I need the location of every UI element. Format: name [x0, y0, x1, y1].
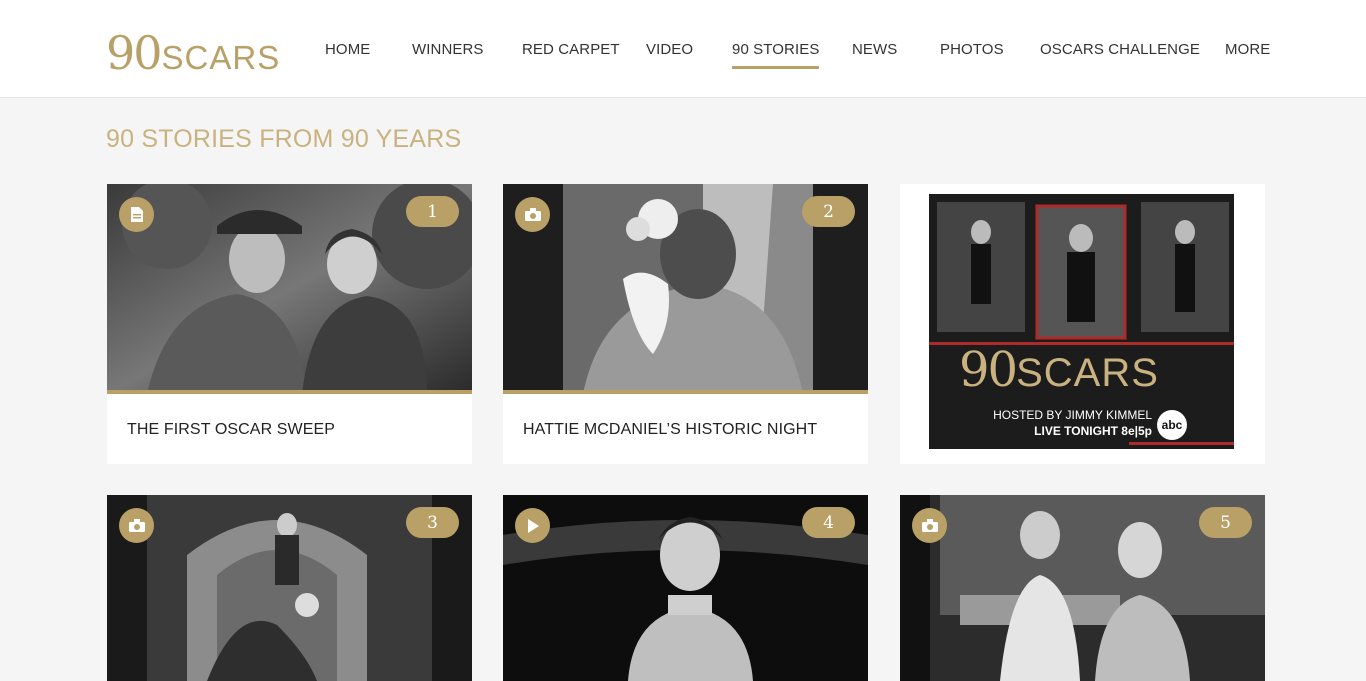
- nav-winners[interactable]: WINNERS: [412, 41, 484, 58]
- story-card-4[interactable]: 4: [503, 495, 868, 681]
- nav-photos[interactable]: PHOTOS: [940, 41, 1004, 58]
- camera-icon: [119, 508, 154, 543]
- nav-oscars-challenge[interactable]: OSCARS CHALLENGE: [1040, 41, 1200, 58]
- ad-logo-number: 90: [959, 342, 1018, 398]
- nav-more[interactable]: MORE: [1225, 41, 1270, 58]
- ad-hosted-line1: HOSTED BY JIMMY KIMMEL: [993, 408, 1152, 422]
- logo-word: SCARS: [161, 39, 281, 76]
- abc-logo: abc: [1157, 410, 1187, 440]
- story-caption: THE FIRST OSCAR SWEEP: [127, 421, 336, 438]
- story-caption: HATTIE MCDANIEL’S HISTORIC NIGHT: [523, 421, 818, 438]
- ad-hosted-text: HOSTED BY JIMMY KIMMEL LIVE TONIGHT 8e|5…: [987, 407, 1152, 439]
- camera-icon: [515, 197, 550, 232]
- ad-hosted-line2: LIVE TONIGHT 8e|5p: [1034, 424, 1152, 438]
- nav-red-carpet[interactable]: RED CARPET: [522, 41, 620, 58]
- section-title: 90 STORIES FROM 90 YEARS: [106, 125, 462, 153]
- logo-number: 90: [106, 26, 163, 80]
- ad-logo: 90 SCARS: [959, 342, 1159, 398]
- story-number-badge: 3: [406, 507, 459, 538]
- camera-icon: [912, 508, 947, 543]
- ad-card[interactable]: 90 SCARS HOSTED BY JIMMY KIMMEL LIVE TON…: [900, 184, 1265, 464]
- nav-home[interactable]: HOME: [325, 41, 370, 58]
- site-header: 90 SCARS HOME WINNERS RED CARPET VIDEO 9…: [0, 0, 1366, 98]
- story-number-badge: 5: [1199, 507, 1252, 538]
- story-number-badge: 4: [802, 507, 855, 538]
- story-card-2[interactable]: 2 HATTIE MCDANIEL’S HISTORIC NIGHT: [503, 184, 868, 464]
- oscars-ad[interactable]: 90 SCARS HOSTED BY JIMMY KIMMEL LIVE TON…: [929, 194, 1234, 449]
- story-card-5[interactable]: 5: [900, 495, 1265, 681]
- play-icon: [515, 508, 550, 543]
- document-icon: [119, 197, 154, 232]
- ad-logo-word: SCARS: [1016, 351, 1159, 395]
- nav-video[interactable]: VIDEO: [646, 41, 693, 58]
- story-card-1[interactable]: 1 THE FIRST OSCAR SWEEP: [107, 184, 472, 464]
- nav-90-stories[interactable]: 90 STORIES: [732, 41, 820, 69]
- story-card-3[interactable]: 3: [107, 495, 472, 681]
- nav-news[interactable]: NEWS: [852, 41, 897, 58]
- story-number-badge: 2: [802, 196, 855, 227]
- oscars-logo[interactable]: 90 SCARS: [106, 30, 280, 78]
- story-number-badge: 1: [406, 196, 459, 227]
